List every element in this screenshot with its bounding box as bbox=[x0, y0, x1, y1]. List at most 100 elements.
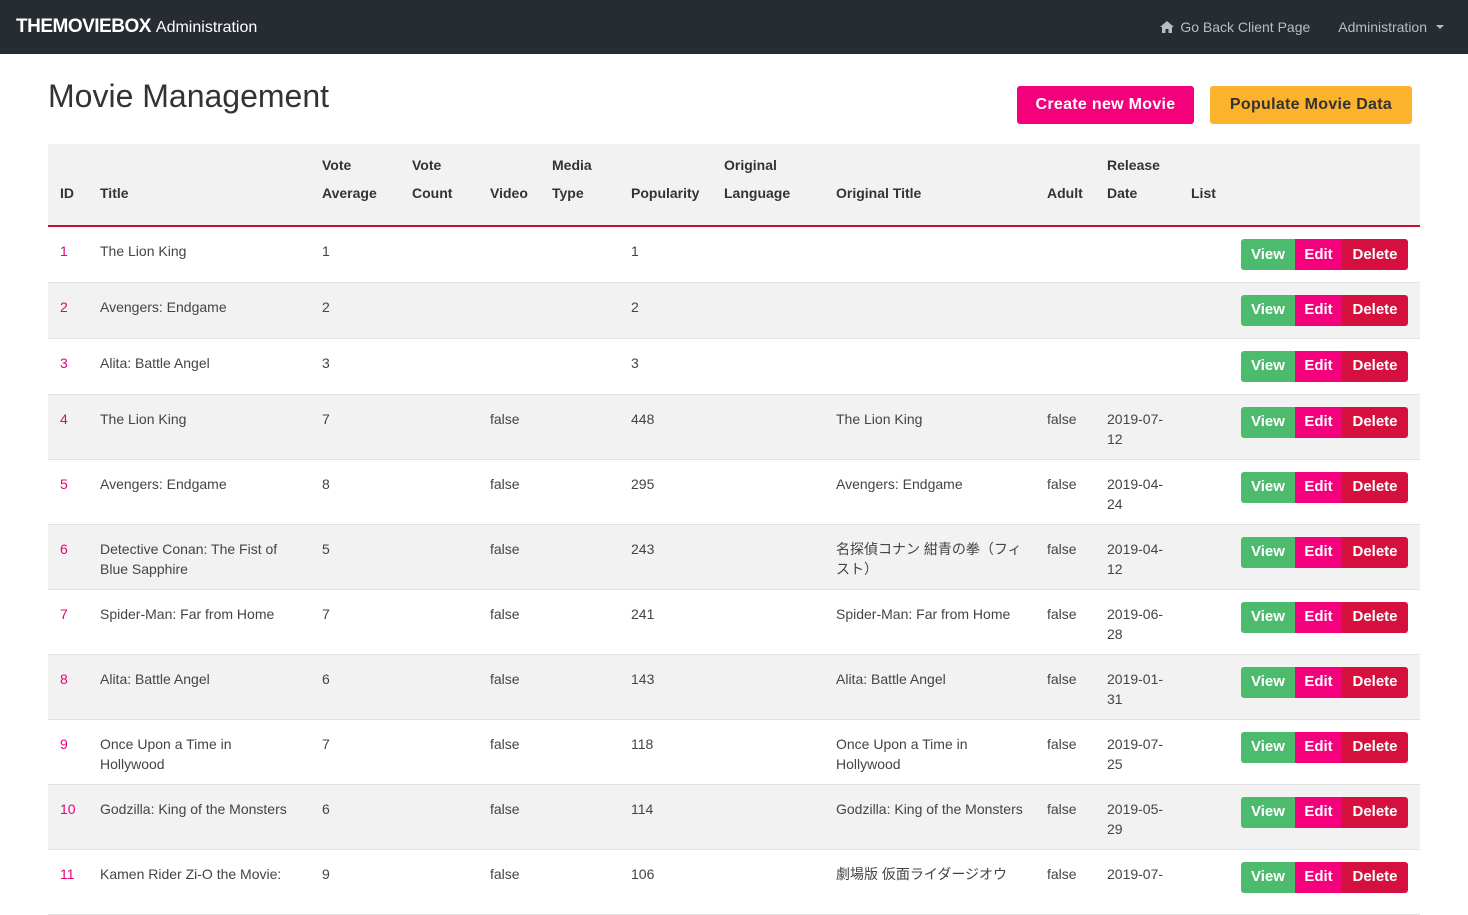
cell-popularity: 448 bbox=[631, 410, 655, 427]
column-header-line1: Vote bbox=[412, 157, 442, 173]
cell-vote-average: 2 bbox=[322, 298, 330, 315]
row-action-group: View Edit Delete bbox=[1241, 796, 1408, 828]
column-header-line2: Title bbox=[100, 185, 129, 201]
create-new-movie-button[interactable]: Create new Movie bbox=[1017, 86, 1194, 124]
cell-vote-average: 7 bbox=[322, 735, 330, 752]
brand-subtitle: Administration bbox=[155, 19, 258, 36]
cell-title: Godzilla: King of the Monsters bbox=[100, 800, 287, 817]
column-header-line2: Video bbox=[490, 185, 528, 201]
delete-button[interactable]: Delete bbox=[1342, 239, 1408, 270]
movie-id-link[interactable]: 5 bbox=[48, 459, 88, 524]
edit-button[interactable]: Edit bbox=[1295, 731, 1342, 763]
table-body: 1 The Lion King 1 1 View Edit Delete 2 Avengers:… bbox=[48, 226, 1420, 914]
movie-id-link[interactable]: 6 bbox=[48, 524, 88, 589]
cell-list bbox=[1179, 784, 1229, 849]
go-back-client-link[interactable]: Go Back Client Page bbox=[1159, 19, 1310, 35]
cell-adult: false bbox=[1047, 865, 1077, 882]
cell-adult bbox=[1035, 338, 1095, 394]
view-button[interactable]: View bbox=[1241, 239, 1295, 270]
column-header-line2: Count bbox=[412, 185, 453, 201]
edit-button[interactable]: Edit bbox=[1295, 861, 1342, 893]
delete-button[interactable]: Delete bbox=[1342, 350, 1408, 382]
cell-original-title: The Lion King bbox=[836, 410, 923, 427]
view-button[interactable]: View bbox=[1241, 666, 1295, 698]
edit-button[interactable]: Edit bbox=[1295, 796, 1342, 828]
cell-media-type bbox=[540, 282, 619, 338]
cell-original-title bbox=[824, 282, 1035, 338]
delete-button[interactable]: Delete bbox=[1342, 796, 1408, 828]
table-row: 4 The Lion King 7 false 448 The Lion King fals… bbox=[48, 394, 1420, 459]
cell-original-title: Spider-Man: Far from Home bbox=[836, 605, 1011, 622]
movie-id-link[interactable]: 9 bbox=[48, 719, 88, 784]
movie-id-link[interactable]: 1 bbox=[48, 226, 88, 282]
view-button[interactable]: View bbox=[1241, 861, 1295, 893]
cell-vote-average: 5 bbox=[322, 540, 330, 557]
view-button[interactable]: View bbox=[1241, 731, 1295, 763]
row-action-group: View Edit Delete bbox=[1241, 350, 1408, 382]
populate-movie-data-button[interactable]: Populate Movie Data bbox=[1210, 86, 1412, 124]
cell-popularity: 243 bbox=[631, 540, 655, 557]
view-button[interactable]: View bbox=[1241, 796, 1295, 828]
edit-button[interactable]: Edit bbox=[1295, 471, 1342, 503]
column-header-line1 bbox=[490, 151, 528, 179]
movie-id-link[interactable]: 10 bbox=[48, 784, 88, 849]
cell-vote-average: 7 bbox=[322, 410, 330, 427]
cell-release-date: 2019-04-12 bbox=[1107, 540, 1164, 577]
cell-original-language bbox=[712, 589, 824, 654]
edit-button[interactable]: Edit bbox=[1295, 350, 1342, 382]
column-header-line1 bbox=[631, 151, 700, 179]
cell-actions: View Edit Delete bbox=[1229, 459, 1420, 524]
delete-button[interactable]: Delete bbox=[1342, 861, 1408, 893]
delete-button[interactable]: Delete bbox=[1342, 294, 1408, 326]
edit-button[interactable]: Edit bbox=[1295, 239, 1342, 270]
view-button[interactable]: View bbox=[1241, 406, 1295, 438]
cell-vote-count bbox=[400, 589, 478, 654]
column-header: Original Language bbox=[712, 144, 824, 226]
edit-button[interactable]: Edit bbox=[1295, 536, 1342, 568]
cell-video: false bbox=[490, 735, 520, 752]
cell-video bbox=[478, 282, 540, 338]
movie-id-link[interactable]: 8 bbox=[48, 654, 88, 719]
brand[interactable]: THEMOVIEBOX Administration bbox=[16, 16, 257, 38]
delete-button[interactable]: Delete bbox=[1342, 406, 1408, 438]
delete-button[interactable]: Delete bbox=[1342, 601, 1408, 633]
movie-id-link[interactable]: 4 bbox=[48, 394, 88, 459]
cell-list bbox=[1179, 524, 1229, 589]
table-header-row: ID Title Vote Average Vote Count Video Media Typ… bbox=[48, 144, 1420, 226]
view-button[interactable]: View bbox=[1241, 294, 1295, 326]
view-button[interactable]: View bbox=[1241, 536, 1295, 568]
administration-dropdown[interactable]: Administration bbox=[1338, 19, 1444, 35]
cell-adult: false bbox=[1047, 670, 1077, 687]
cell-original-title bbox=[824, 338, 1035, 394]
movie-table: ID Title Vote Average Vote Count Video Media Typ… bbox=[48, 144, 1420, 915]
movie-id-link[interactable]: 2 bbox=[48, 282, 88, 338]
cell-video: false bbox=[490, 670, 520, 687]
view-button[interactable]: View bbox=[1241, 601, 1295, 633]
cell-original-language bbox=[712, 394, 824, 459]
delete-button[interactable]: Delete bbox=[1342, 666, 1408, 698]
column-header: Video bbox=[478, 144, 540, 226]
movie-id-link[interactable]: 11 bbox=[48, 849, 88, 914]
column-header-line2: Type bbox=[552, 185, 584, 201]
edit-button[interactable]: Edit bbox=[1295, 406, 1342, 438]
movie-id-link[interactable]: 7 bbox=[48, 589, 88, 654]
cell-actions: View Edit Delete bbox=[1229, 719, 1420, 784]
cell-media-type bbox=[540, 459, 619, 524]
delete-button[interactable]: Delete bbox=[1342, 471, 1408, 503]
delete-button[interactable]: Delete bbox=[1342, 536, 1408, 568]
column-header-line2: Language bbox=[724, 185, 791, 201]
movie-id-link[interactable]: 3 bbox=[48, 338, 88, 394]
cell-title: Alita: Battle Angel bbox=[100, 354, 210, 371]
view-button[interactable]: View bbox=[1241, 350, 1295, 382]
row-action-group: View Edit Delete bbox=[1241, 294, 1408, 326]
edit-button[interactable]: Edit bbox=[1295, 601, 1342, 633]
column-header-line1 bbox=[100, 151, 298, 179]
cell-media-type bbox=[540, 784, 619, 849]
cell-vote-count bbox=[400, 394, 478, 459]
delete-button[interactable]: Delete bbox=[1342, 731, 1408, 763]
edit-button[interactable]: Edit bbox=[1295, 666, 1342, 698]
cell-popularity: 2 bbox=[631, 298, 639, 315]
view-button[interactable]: View bbox=[1241, 471, 1295, 503]
edit-button[interactable]: Edit bbox=[1295, 294, 1342, 326]
cell-original-title: 劇場版 仮面ライダージオウ bbox=[836, 865, 1008, 882]
